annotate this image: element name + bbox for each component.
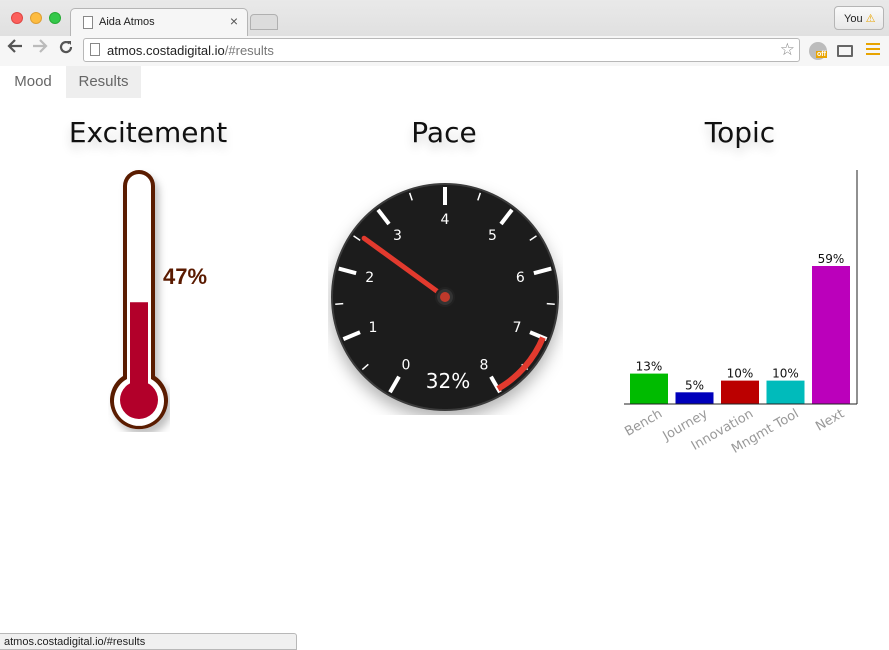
category-label: Next [813,406,847,434]
gauge-tick-label: 7 [513,320,522,336]
gauge-tick-label: 3 [393,228,402,244]
star-icon[interactable]: ☆ [780,40,795,60]
back-icon[interactable] [6,39,24,58]
gauge-minor-tick [335,302,344,305]
url-host: atmos.costadigital.io [107,43,225,58]
gauge-tick-label: 1 [368,320,377,336]
gauge-tick-label: 4 [441,212,450,228]
tab-mood[interactable]: Mood [0,66,66,98]
minimize-window-button[interactable] [30,12,42,24]
profile-button[interactable]: You ⚠ [834,6,884,30]
thermometer-bulb [120,381,158,419]
excitement-title: Excitement [68,116,228,149]
url-text: atmos.costadigital.io/#results [107,43,274,58]
bar-value-label: 59% [818,252,845,266]
gauge-tick-label: 6 [516,270,525,286]
extension-icon[interactable]: off [809,42,827,60]
bar-next [812,266,850,404]
reload-icon[interactable] [57,39,75,60]
page-icon [90,43,100,56]
page-icon [83,16,93,29]
gauge-tick-label: 2 [365,270,374,286]
bar-value-label: 5% [685,378,704,392]
browser-chrome: Aida Atmos × You ⚠ atmos.costadigital.io… [0,0,889,66]
category-label: Bench [622,406,665,439]
profile-label: You [844,13,863,25]
tab-title: Aida Atmos [99,16,155,28]
pace-title: Pace [411,116,477,149]
zoom-window-button[interactable] [49,12,61,24]
bar-mngmt-tool [766,380,805,404]
menu-icon[interactable] [866,43,880,58]
gauge-tick-label: 8 [480,358,489,374]
status-bar: atmos.costadigital.io/#results [0,633,297,650]
gauge-minor-tick [546,302,555,305]
cast-icon[interactable] [837,45,853,57]
gauge-tick-label: 0 [402,358,411,374]
topic-title: Topic [704,116,776,149]
bar-value-label: 13% [636,360,663,374]
pace-value: 32% [426,369,470,393]
extension-badge: off [816,51,827,58]
excitement-value: 47% [163,264,208,289]
bar-innovation [721,380,759,404]
gauge-tick-label: 5 [488,228,497,244]
bars: 13%Bench5%Journey10%Innovation10%Mngmt T… [622,252,850,457]
tab-close-icon[interactable]: × [230,13,238,29]
close-window-button[interactable] [11,12,23,24]
excitement-thermometer [110,170,168,430]
bar-value-label: 10% [727,367,754,381]
forward-icon[interactable] [31,39,49,58]
bar-journey [675,392,714,404]
warning-icon: ⚠ [865,13,876,25]
new-tab-button[interactable] [250,14,278,30]
browser-toolbar: atmos.costadigital.io/#results ☆ off [0,36,889,66]
tab-results[interactable]: Results [66,66,141,98]
bar-bench [630,373,668,404]
url-hash: /#results [224,43,274,58]
address-bar[interactable]: atmos.costadigital.io/#results ☆ [83,38,800,62]
browser-tab-active[interactable]: Aida Atmos × [70,8,248,36]
gauge-hub-center [440,292,450,302]
bar-value-label: 10% [772,367,799,381]
pace-gauge: 0 1 2 3 4 5 6 7 8 32% [331,183,559,411]
topic-bar-chart: 13%Bench5%Journey10%Innovation10%Mngmt T… [622,170,858,457]
